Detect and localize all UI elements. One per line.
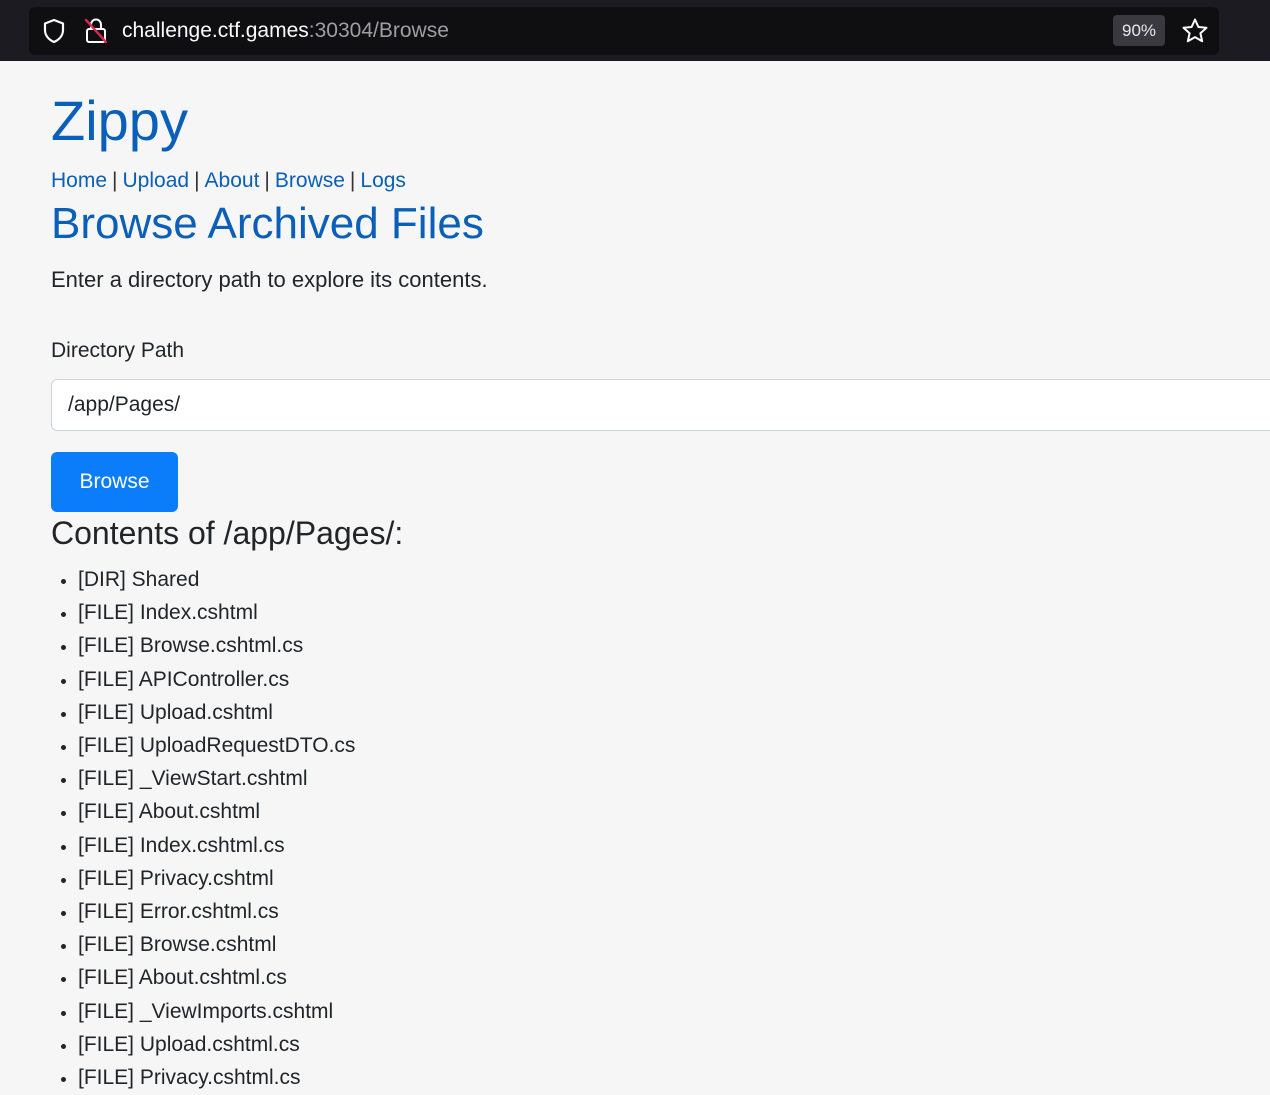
list-item: [FILE] Browse.cshtml <box>78 928 355 961</box>
zoom-level-badge[interactable]: 90% <box>1113 15 1165 46</box>
nav-separator: | <box>112 169 118 192</box>
list-item: [FILE] About.cshtml <box>78 795 355 828</box>
shield-icon[interactable] <box>41 18 67 44</box>
nav-link-home[interactable]: Home <box>51 169 107 192</box>
browser-toolbar: challenge.ctf.games:30304/Browse 90% <box>0 0 1270 61</box>
nav-link-browse[interactable]: Browse <box>275 169 345 192</box>
browse-button[interactable]: Browse <box>51 452 178 512</box>
page-heading: Browse Archived Files <box>51 199 484 248</box>
bookmark-star-icon[interactable] <box>1181 17 1209 45</box>
url-host: challenge.ctf.games <box>122 19 309 42</box>
nav-separator: | <box>349 169 356 192</box>
list-item: [DIR] Shared <box>78 563 355 596</box>
list-item: [FILE] APIController.cs <box>78 663 355 696</box>
list-item: [FILE] _ViewStart.cshtml <box>78 762 355 795</box>
list-item: [FILE] Index.cshtml.cs <box>78 829 355 862</box>
directory-path-label: Directory Path <box>51 339 185 362</box>
address-bar[interactable]: challenge.ctf.games:30304/Browse 90% <box>29 7 1219 55</box>
nav-separator: | <box>194 169 200 192</box>
insecure-lock-icon[interactable] <box>83 17 109 45</box>
url-path: :30304/Browse <box>308 19 449 42</box>
main-nav: Home | Upload | About | Browse | Logs <box>51 168 406 194</box>
list-item: [FILE] _ViewImports.cshtml <box>78 995 355 1028</box>
list-item: [FILE] Index.cshtml <box>78 596 355 629</box>
list-item: [FILE] Privacy.cshtml.cs <box>78 1061 355 1094</box>
list-item: [FILE] Browse.cshtml.cs <box>78 629 355 662</box>
list-item: [FILE] Upload.cshtml.cs <box>78 1028 355 1061</box>
directory-path-input[interactable] <box>51 379 1270 431</box>
nav-link-logs[interactable]: Logs <box>360 169 406 192</box>
contents-heading: Contents of /app/Pages/: <box>51 515 404 551</box>
list-item: [FILE] Privacy.cshtml <box>78 862 355 895</box>
url-text[interactable]: challenge.ctf.games:30304/Browse <box>122 18 449 44</box>
site-title: Zippy <box>51 89 188 152</box>
intro-text: Enter a directory path to explore its co… <box>51 267 488 292</box>
nav-link-upload[interactable]: Upload <box>123 169 190 192</box>
nav-separator: | <box>264 169 270 192</box>
nav-link-about[interactable]: About <box>205 169 260 192</box>
list-item: [FILE] Error.cshtml.cs <box>78 895 355 928</box>
list-item: [FILE] Upload.cshtml <box>78 696 355 729</box>
list-item: [FILE] About.cshtml.cs <box>78 961 355 994</box>
list-item: [FILE] UploadRequestDTO.cs <box>78 729 355 762</box>
directory-listing: [DIR] Shared [FILE] Index.cshtml [FILE] … <box>51 563 355 1094</box>
